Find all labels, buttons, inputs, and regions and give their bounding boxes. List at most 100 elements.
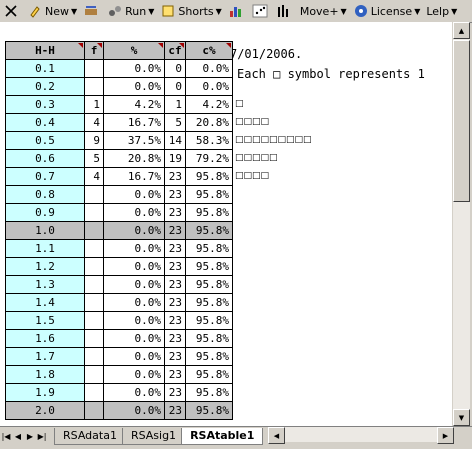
pct-cell[interactable]: 0.0% bbox=[103, 347, 165, 366]
header-cf[interactable]: cf bbox=[164, 41, 186, 60]
pct-cell[interactable]: 16.7% bbox=[103, 113, 165, 132]
hh-cell[interactable]: 1.3 bbox=[5, 275, 85, 294]
f-cell[interactable] bbox=[84, 203, 104, 222]
cf-cell[interactable]: 1 bbox=[164, 95, 186, 114]
cf-cell[interactable]: 0 bbox=[164, 59, 186, 78]
header-cpct[interactable]: c% bbox=[185, 41, 233, 60]
f-cell[interactable] bbox=[84, 365, 104, 384]
cpct-cell[interactable]: 58.3% bbox=[185, 131, 233, 150]
hh-cell[interactable]: 1.8 bbox=[5, 365, 85, 384]
hh-cell[interactable]: 0.3 bbox=[5, 95, 85, 114]
cpct-cell[interactable]: 95.8% bbox=[185, 347, 233, 366]
f-cell[interactable] bbox=[84, 221, 104, 240]
scroll-left-icon[interactable]: ◀ bbox=[268, 427, 285, 444]
pct-cell[interactable]: 0.0% bbox=[103, 203, 165, 222]
cf-cell[interactable]: 23 bbox=[164, 185, 186, 204]
f-cell[interactable] bbox=[84, 59, 104, 78]
f-cell[interactable]: 4 bbox=[84, 113, 104, 132]
pct-cell[interactable]: 0.0% bbox=[103, 59, 165, 78]
last-sheet-icon[interactable]: ▶| bbox=[36, 432, 48, 441]
cf-cell[interactable]: 23 bbox=[164, 311, 186, 330]
cpct-cell[interactable]: 95.8% bbox=[185, 221, 233, 240]
pct-cell[interactable]: 4.2% bbox=[103, 95, 165, 114]
hh-cell[interactable]: 1.2 bbox=[5, 257, 85, 276]
f-cell[interactable] bbox=[84, 401, 104, 420]
header-hh[interactable]: H-H bbox=[5, 41, 85, 60]
first-sheet-icon[interactable]: |◀ bbox=[0, 432, 12, 441]
tab-rsadata1[interactable]: RSAdata1 bbox=[54, 427, 126, 445]
next-sheet-icon[interactable]: ▶ bbox=[24, 432, 36, 441]
pct-cell[interactable]: 0.0% bbox=[103, 257, 165, 276]
histogram-button[interactable] bbox=[225, 1, 249, 21]
f-cell[interactable] bbox=[84, 77, 104, 96]
cf-cell[interactable]: 23 bbox=[164, 221, 186, 240]
tab-rsatable1[interactable]: RSAtable1 bbox=[181, 427, 264, 445]
pct-cell[interactable]: 37.5% bbox=[103, 131, 165, 150]
pct-cell[interactable]: 0.0% bbox=[103, 239, 165, 258]
f-cell[interactable] bbox=[84, 347, 104, 366]
prev-sheet-icon[interactable]: ◀ bbox=[12, 432, 24, 441]
close-x-button[interactable] bbox=[0, 1, 24, 21]
f-cell[interactable]: 4 bbox=[84, 167, 104, 186]
f-cell[interactable] bbox=[84, 257, 104, 276]
cf-cell[interactable]: 0 bbox=[164, 77, 186, 96]
cf-cell[interactable]: 23 bbox=[164, 329, 186, 348]
wand-button[interactable] bbox=[80, 1, 104, 21]
cpct-cell[interactable]: 95.8% bbox=[185, 383, 233, 402]
f-cell[interactable] bbox=[84, 185, 104, 204]
pct-cell[interactable]: 0.0% bbox=[103, 185, 165, 204]
cpct-cell[interactable]: 20.8% bbox=[185, 113, 233, 132]
scroll-thumb[interactable] bbox=[453, 40, 470, 202]
f-cell[interactable]: 5 bbox=[84, 149, 104, 168]
pct-cell[interactable]: 0.0% bbox=[103, 365, 165, 384]
cpct-cell[interactable]: 95.8% bbox=[185, 329, 233, 348]
hh-cell[interactable]: 1.9 bbox=[5, 383, 85, 402]
cf-cell[interactable]: 23 bbox=[164, 347, 186, 366]
cf-cell[interactable]: 23 bbox=[164, 257, 186, 276]
license-button[interactable]: License ▼ bbox=[350, 1, 424, 21]
hh-cell[interactable]: 0.1 bbox=[5, 59, 85, 78]
scatter-button[interactable] bbox=[249, 1, 273, 21]
tab-rsasig1[interactable]: RSAsig1 bbox=[121, 427, 186, 445]
hh-cell[interactable]: 0.4 bbox=[5, 113, 85, 132]
pct-cell[interactable]: 0.0% bbox=[103, 383, 165, 402]
hh-cell[interactable]: 0.9 bbox=[5, 203, 85, 222]
pct-cell[interactable]: 0.0% bbox=[103, 275, 165, 294]
cf-cell[interactable]: 14 bbox=[164, 131, 186, 150]
hh-cell[interactable]: 0.5 bbox=[5, 131, 85, 150]
hh-cell[interactable]: 1.1 bbox=[5, 239, 85, 258]
pct-cell[interactable]: 16.7% bbox=[103, 167, 165, 186]
cpct-cell[interactable]: 95.8% bbox=[185, 167, 233, 186]
scroll-up-icon[interactable]: ▲ bbox=[453, 22, 470, 39]
run-button[interactable]: Run ▼ bbox=[104, 1, 157, 21]
cpct-cell[interactable]: 95.8% bbox=[185, 203, 233, 222]
spreadsheet-area[interactable]: Lertap5 RSA table, created on: 7/01/2006… bbox=[0, 22, 452, 426]
cpct-cell[interactable]: 79.2% bbox=[185, 149, 233, 168]
pct-cell[interactable]: 0.0% bbox=[103, 221, 165, 240]
horizontal-scrollbar[interactable]: ◀ ▶ bbox=[268, 427, 454, 444]
cpct-cell[interactable]: 95.8% bbox=[185, 185, 233, 204]
cpct-cell[interactable]: 95.8% bbox=[185, 275, 233, 294]
cf-cell[interactable]: 23 bbox=[164, 365, 186, 384]
f-cell[interactable] bbox=[84, 383, 104, 402]
f-cell[interactable] bbox=[84, 275, 104, 294]
cf-cell[interactable]: 23 bbox=[164, 275, 186, 294]
cf-cell[interactable]: 19 bbox=[164, 149, 186, 168]
hh-cell[interactable]: 1.7 bbox=[5, 347, 85, 366]
move-button[interactable]: Move+ ▼ bbox=[297, 1, 350, 21]
shorts-button[interactable]: Shorts ▼ bbox=[157, 1, 224, 21]
vertical-scrollbar[interactable]: ▲ ▼ bbox=[452, 22, 470, 426]
f-cell[interactable] bbox=[84, 293, 104, 312]
cf-cell[interactable]: 23 bbox=[164, 167, 186, 186]
hh-cell[interactable]: 0.7 bbox=[5, 167, 85, 186]
scroll-track[interactable] bbox=[285, 427, 437, 442]
cf-cell[interactable]: 23 bbox=[164, 383, 186, 402]
scroll-down-icon[interactable]: ▼ bbox=[453, 409, 470, 426]
cpct-cell[interactable]: 95.8% bbox=[185, 311, 233, 330]
pct-cell[interactable]: 0.0% bbox=[103, 293, 165, 312]
bar-chart-button[interactable] bbox=[273, 1, 297, 21]
cf-cell[interactable]: 23 bbox=[164, 293, 186, 312]
cpct-cell[interactable]: 4.2% bbox=[185, 95, 233, 114]
cpct-cell[interactable]: 95.8% bbox=[185, 365, 233, 384]
f-cell[interactable] bbox=[84, 239, 104, 258]
